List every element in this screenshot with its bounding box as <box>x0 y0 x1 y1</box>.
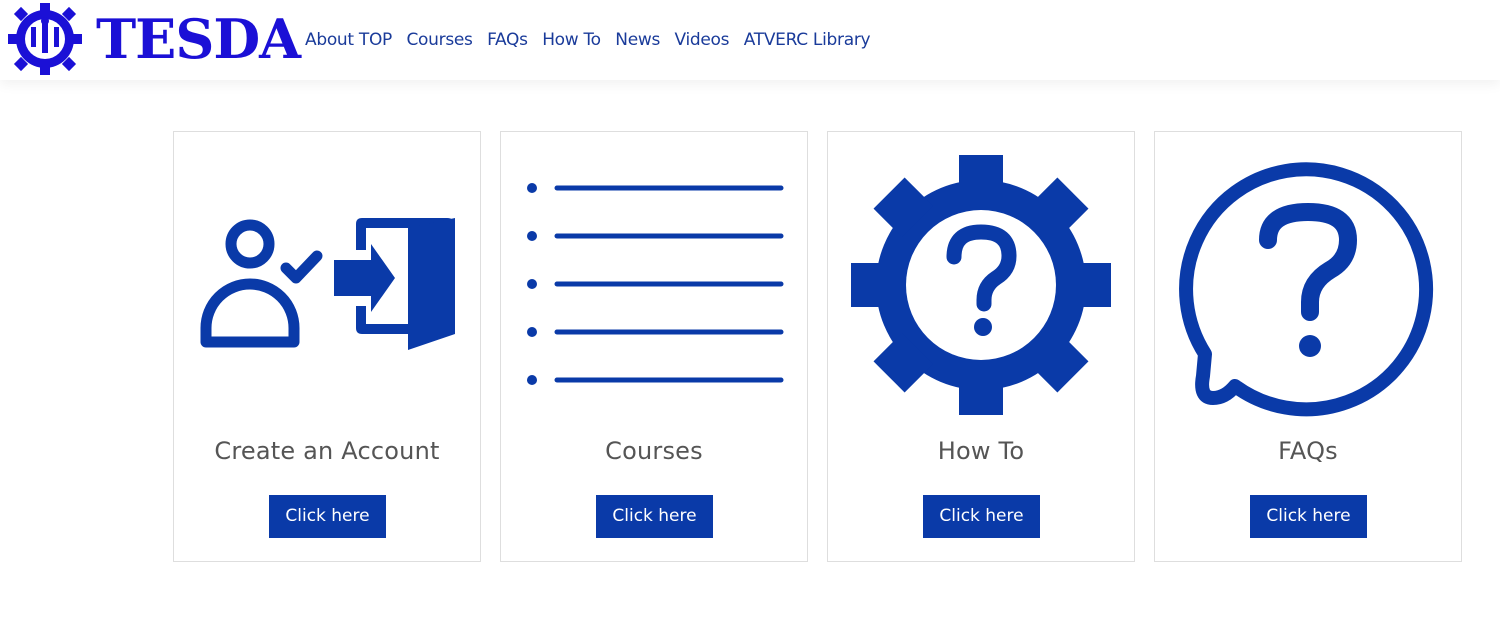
tesda-logo[interactable]: TESDA <box>6 1 301 77</box>
user-login-icon <box>200 218 455 350</box>
card-title: Courses <box>605 437 703 465</box>
nav-item-news[interactable]: News <box>615 30 660 50</box>
nav-item-faqs[interactable]: FAQs <box>487 30 528 50</box>
card-create-account: Create an Account Click here <box>173 131 481 562</box>
gear-question-icon <box>851 155 1111 415</box>
tesda-gear-logo-icon <box>8 3 82 75</box>
nav-item-videos[interactable]: Videos <box>675 30 730 50</box>
create-account-button[interactable]: Click here <box>269 495 386 538</box>
list-icon <box>527 183 784 385</box>
card-how-to: How To Click here <box>827 131 1135 562</box>
site-header: TESDA About TOP Courses FAQs How To News… <box>0 0 1500 80</box>
nav-item-about-top[interactable]: About TOP <box>305 30 392 50</box>
nav-item-how-to[interactable]: How To <box>542 30 601 50</box>
card-title: Create an Account <box>214 437 440 465</box>
main-nav: About TOP Courses FAQs How To News Video… <box>305 0 885 80</box>
how-to-button[interactable]: Click here <box>923 495 1040 538</box>
courses-button[interactable]: Click here <box>596 495 713 538</box>
nav-item-atverc-library[interactable]: ATVERC Library <box>744 30 871 50</box>
faqs-button[interactable]: Click here <box>1250 495 1367 538</box>
speech-bubble-question-icon <box>1179 162 1434 417</box>
card-title: How To <box>937 437 1025 465</box>
card-faqs: FAQs Click here <box>1154 131 1462 562</box>
card-title: FAQs <box>1278 437 1338 465</box>
card-courses: Courses Click here <box>500 131 808 562</box>
brand-name: TESDA <box>96 7 301 71</box>
nav-item-courses[interactable]: Courses <box>406 30 472 50</box>
